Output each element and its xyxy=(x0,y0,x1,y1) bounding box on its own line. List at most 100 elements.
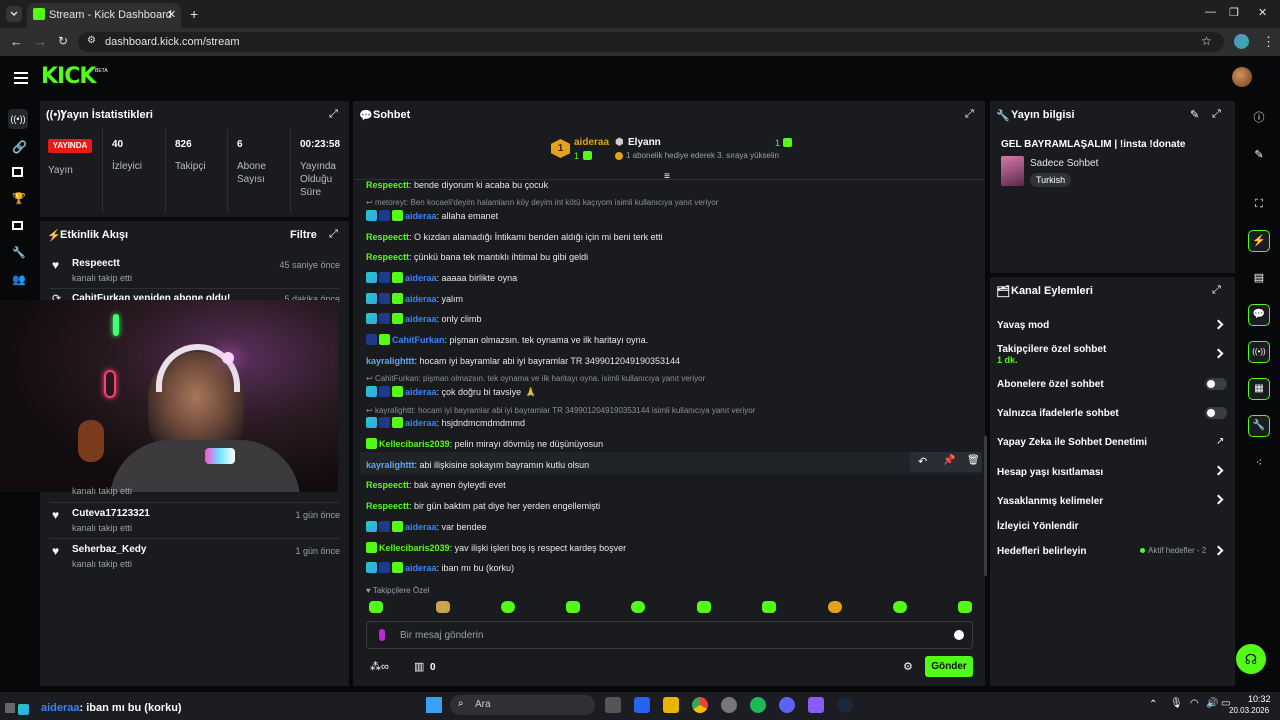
collapse-leaderboard-icon[interactable]: ≡ xyxy=(664,171,670,182)
reply-icon[interactable]: ↶ xyxy=(918,455,927,468)
actions-rail-icon[interactable]: ▦ xyxy=(1248,378,1270,400)
emote-icon[interactable] xyxy=(958,601,972,613)
actions-popout-icon[interactable]: ⤢ xyxy=(1212,284,1221,297)
chat-username[interactable]: Respeectt xyxy=(366,232,409,242)
chat-username[interactable]: aideraa xyxy=(405,418,437,428)
pencil-icon[interactable]: ✎ xyxy=(1248,144,1270,166)
rail-trophy-icon[interactable]: 🏆 xyxy=(12,192,26,205)
document-icon[interactable]: ▤ xyxy=(1248,267,1270,289)
spotify-icon[interactable] xyxy=(750,697,766,713)
apps-icon[interactable]: ⁖ xyxy=(1248,452,1270,474)
pin-icon[interactable]: 📌 xyxy=(943,455,955,466)
forward-icon[interactable]: → xyxy=(34,34,47,49)
obs-icon[interactable] xyxy=(721,697,737,713)
activity-user[interactable]: Seherbaz_Kedy xyxy=(72,544,146,555)
activity-popout-icon[interactable]: ⤢ xyxy=(329,228,338,241)
chat-username[interactable]: kayralighttt xyxy=(366,356,415,366)
raid-item[interactable]: İzleyici Yönlendir xyxy=(997,521,1079,532)
rail-link-icon[interactable]: 🔗 xyxy=(12,140,27,154)
mic-icon[interactable] xyxy=(379,629,385,641)
info-popout-icon[interactable]: ⤢ xyxy=(1212,108,1221,121)
bookmark-star-icon[interactable]: ☆ xyxy=(1201,34,1212,48)
chat-input[interactable]: Bir mesaj gönderin xyxy=(366,621,973,649)
profile-icon[interactable] xyxy=(1234,34,1249,49)
support-button-icon[interactable]: ☊ xyxy=(1236,644,1266,674)
app-icon[interactable] xyxy=(808,697,824,713)
filter-button[interactable]: Filtre xyxy=(290,229,317,241)
emote-icon[interactable] xyxy=(436,601,450,613)
emote-icon[interactable] xyxy=(501,601,515,613)
wifi-icon[interactable]: ◠ xyxy=(1190,698,1199,709)
ai-moderation-item[interactable]: Yapay Zeka ile Sohbet Denetimi xyxy=(997,437,1147,448)
chat-username[interactable]: CahitFurkan xyxy=(392,335,445,345)
reload-icon[interactable]: ↻ xyxy=(58,34,68,48)
followers-chat-item[interactable]: Takipçilere özel sohbet xyxy=(997,344,1106,355)
chat-username[interactable]: aideraa xyxy=(405,294,437,304)
slow-mode-item[interactable]: Yavaş mod xyxy=(997,320,1049,331)
emote-icon[interactable] xyxy=(893,601,907,613)
store-icon[interactable]: ▥ xyxy=(414,660,424,673)
new-tab-icon[interactable]: + xyxy=(190,6,198,22)
send-button[interactable]: Gönder xyxy=(925,656,973,677)
chat-popout-icon[interactable]: ⤢ xyxy=(965,108,974,121)
close-tab-icon[interactable]: ✕ xyxy=(167,8,176,21)
edit-icon[interactable]: ✎ xyxy=(1190,108,1199,121)
chrome-icon[interactable] xyxy=(692,697,708,713)
emote-icon[interactable] xyxy=(697,601,711,613)
gift-leader-name[interactable]: Elyann xyxy=(628,137,661,148)
minimize-icon[interactable]: — xyxy=(1205,6,1216,18)
site-info-icon[interactable]: ⚙ xyxy=(87,35,96,46)
chat-username[interactable]: Respeectt xyxy=(366,180,409,190)
emote-icon[interactable] xyxy=(762,601,776,613)
emote-icon[interactable] xyxy=(828,601,842,613)
screenshot-icon[interactable]: ⛶ xyxy=(1248,193,1270,215)
rail-tools-icon[interactable]: 🔧 xyxy=(12,246,26,259)
task-view-icon[interactable] xyxy=(605,697,621,713)
chat-scrollbar[interactable] xyxy=(984,436,987,576)
close-window-icon[interactable]: ✕ xyxy=(1258,6,1267,19)
chat-rail-icon[interactable]: 💬 xyxy=(1248,304,1270,326)
browser-menu-icon[interactable]: ⋮ xyxy=(1262,34,1275,50)
top-gifter-name[interactable]: aideraa xyxy=(574,137,609,148)
broadcast-rail-icon[interactable]: ((•)) xyxy=(1248,341,1270,363)
chat-username[interactable]: Respeectt xyxy=(366,252,409,262)
user-avatar[interactable] xyxy=(1232,67,1252,87)
activity-user[interactable]: Cuteva17123321 xyxy=(72,508,150,519)
chat-username[interactable]: Respeectt xyxy=(366,480,409,490)
goals-item[interactable]: Hedefleri belirleyin xyxy=(997,546,1086,557)
subs-chat-toggle[interactable] xyxy=(1205,378,1227,390)
hamburger-menu-icon[interactable] xyxy=(14,72,28,84)
emote-icon[interactable] xyxy=(566,601,580,613)
rail-stream-icon[interactable]: ((•)) xyxy=(8,109,28,129)
external-link-icon[interactable]: ↗ xyxy=(1216,436,1224,447)
info-icon[interactable]: ⓘ xyxy=(1248,107,1270,129)
rail-users-icon[interactable]: 👥 xyxy=(12,273,26,286)
stats-popout-icon[interactable]: ⤢ xyxy=(329,108,338,121)
rail-analytics-icon[interactable] xyxy=(12,167,23,177)
chat-username[interactable]: aideraa xyxy=(405,522,437,532)
back-icon[interactable]: ← xyxy=(10,34,23,49)
tab-list-icon[interactable] xyxy=(6,6,22,22)
poll-icon[interactable]: ⁂∞ xyxy=(370,660,389,673)
taskbar-search[interactable]: ⌕ Ara xyxy=(450,695,595,715)
chat-settings-icon[interactable]: ⚙ xyxy=(903,660,913,673)
file-explorer-icon[interactable] xyxy=(663,697,679,713)
tray-chevron-icon[interactable]: ⌃ xyxy=(1149,699,1157,710)
mic-tray-icon[interactable]: 🎙 xyxy=(1170,698,1183,709)
maximize-icon[interactable]: ❐ xyxy=(1229,6,1239,19)
account-age-item[interactable]: Hesap yaşı kısıtlaması xyxy=(997,467,1103,478)
chat-username[interactable]: aideraa xyxy=(405,563,437,573)
chat-username[interactable]: aideraa xyxy=(405,273,437,283)
chat-username[interactable]: Kellecibaris2039 xyxy=(379,439,450,449)
category-name[interactable]: Sadece Sohbet xyxy=(1030,158,1098,169)
delete-icon[interactable]: 🗑 xyxy=(967,455,980,466)
rail-layout-icon[interactable] xyxy=(12,221,23,230)
emote-icon[interactable] xyxy=(369,601,383,613)
bolt-rail-icon[interactable]: ⚡ xyxy=(1248,230,1270,252)
emoji-picker-icon[interactable] xyxy=(954,630,964,640)
volume-icon[interactable]: 🔊 xyxy=(1206,698,1218,709)
chat-username[interactable]: aideraa xyxy=(405,314,437,324)
chat-username[interactable]: aideraa xyxy=(405,387,437,397)
activity-user[interactable]: Respeectt xyxy=(72,258,120,269)
address-bar[interactable]: ⚙ dashboard.kick.com/stream ☆ xyxy=(78,32,1224,52)
